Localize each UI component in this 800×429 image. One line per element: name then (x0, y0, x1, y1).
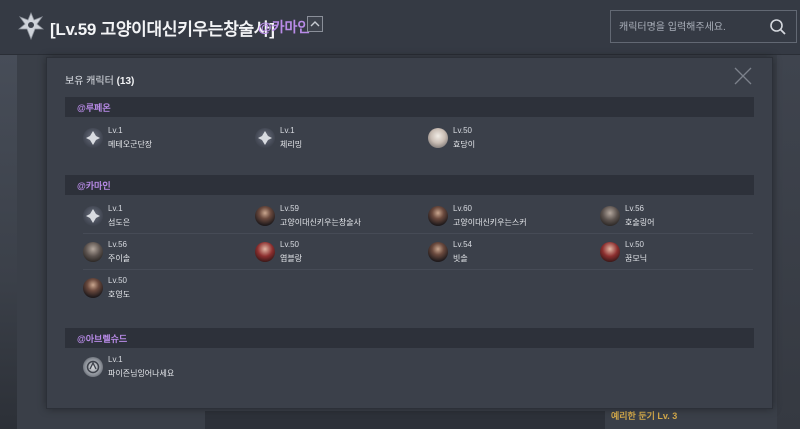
character-entry[interactable]: Lv.60 고양이대신키우는스커 (428, 204, 588, 234)
search-icon (770, 19, 786, 35)
class-emblem-icon (83, 128, 103, 148)
row-divider (83, 233, 753, 234)
character-entry[interactable]: Lv.1 섬도은 (83, 204, 243, 234)
character-entry[interactable]: Lv.50 호영도 (83, 276, 243, 306)
lost-ark-emblem-icon[interactable] (18, 12, 44, 40)
search-button[interactable] (767, 16, 789, 38)
character-entry[interactable]: Lv.1 파이즌님잉어나세요 (83, 355, 243, 385)
character-level: Lv.54 (453, 240, 472, 249)
character-entry[interactable]: Lv.54 빗솔 (428, 240, 588, 270)
character-name: 빗솔 (453, 254, 468, 263)
character-level: Lv.50 (108, 276, 127, 285)
character-portrait-icon (83, 278, 103, 298)
character-list-toggle-button[interactable] (307, 16, 323, 32)
owned-characters-dialog: 보유 캐릭터 (13) @루페온 Lv.1 메테오군단장 Lv.1 체리밍 Lv… (46, 57, 773, 409)
character-level: Lv.1 (108, 355, 123, 364)
character-entry[interactable]: Lv.1 메테오군단장 (83, 126, 243, 156)
dialog-title: 보유 캐릭터 (13) (65, 72, 134, 87)
character-name: 효당이 (453, 140, 476, 149)
character-portrait-icon (600, 242, 620, 262)
character-level: Lv.60 (453, 204, 472, 213)
character-entry[interactable]: Lv.50 엽블랑 (255, 240, 415, 270)
character-name: 고양이대신키우는스커 (453, 218, 527, 227)
character-level: Lv.1 (280, 126, 295, 135)
character-entry[interactable]: Lv.50 꿈모닉 (600, 240, 760, 270)
chevron-up-icon (310, 21, 320, 27)
server-section-header: @아브렐슈드 (65, 328, 754, 348)
character-level: Lv.50 (453, 126, 472, 135)
character-name: 체리밍 (280, 140, 303, 149)
server-name: @아브렐슈드 (77, 334, 128, 344)
character-search-input[interactable] (617, 17, 761, 38)
top-header: [Lv.59 고양이대신키우는창술사] @카마인 (0, 0, 800, 55)
character-name: 호술링어 (625, 218, 655, 227)
row-divider (83, 269, 753, 270)
character-name: 파이즌님잉어나세요 (108, 369, 175, 378)
character-name: 섬도은 (108, 218, 131, 227)
character-level: Lv.1 (108, 204, 123, 213)
character-entry[interactable]: Lv.56 호술링어 (600, 204, 760, 234)
server-section-header: @카마인 (65, 175, 754, 195)
class-emblem-icon (255, 128, 275, 148)
character-name: 메테오군단장 (108, 140, 153, 149)
background-character-card (205, 411, 605, 429)
character-level: Lv.56 (108, 240, 127, 249)
background-engraving-label: 예리한 둔기 Lv. 3 (611, 411, 678, 421)
character-title: [Lv.59 고양이대신키우는창술사] (50, 20, 275, 39)
character-level: Lv.59 (280, 204, 299, 213)
character-level: Lv.1 (108, 126, 123, 135)
character-portrait-icon (428, 206, 448, 226)
character-entry[interactable]: Lv.59 고양이대신키우는창술사 (255, 204, 415, 234)
character-entry[interactable]: Lv.56 주이솔 (83, 240, 243, 270)
background-scenery-right (777, 55, 800, 429)
dialog-title-label: 보유 캐릭터 (65, 76, 114, 87)
close-icon (734, 67, 752, 85)
character-portrait-icon (83, 242, 103, 262)
character-portrait-icon (428, 128, 448, 148)
character-count: (13) (116, 76, 135, 87)
character-portrait-icon (255, 206, 275, 226)
character-name: 꿈모닉 (625, 254, 648, 263)
character-name: 엽블랑 (280, 254, 303, 263)
character-name: 고양이대신키우는창술사 (280, 218, 361, 227)
character-name: 호영도 (108, 290, 131, 299)
character-portrait-icon (428, 242, 448, 262)
character-level: Lv.56 (625, 204, 644, 213)
server-name: @카마인 (77, 181, 111, 191)
character-portrait-icon (600, 206, 620, 226)
close-button[interactable] (733, 66, 753, 86)
character-name: 주이솔 (108, 254, 131, 263)
specialist-emblem-icon (83, 357, 103, 377)
background-scenery (0, 55, 17, 429)
server-name: @루페온 (77, 103, 111, 113)
character-entry[interactable]: Lv.50 효당이 (428, 126, 588, 156)
character-level: Lv.50 (280, 240, 299, 249)
character-search-box (610, 10, 797, 43)
current-server-label: @카마인 (258, 19, 311, 35)
character-entry[interactable]: Lv.1 체리밍 (255, 126, 415, 156)
character-portrait-icon (255, 242, 275, 262)
server-section-header: @루페온 (65, 97, 754, 117)
character-level: Lv.50 (625, 240, 644, 249)
class-emblem-icon (83, 206, 103, 226)
